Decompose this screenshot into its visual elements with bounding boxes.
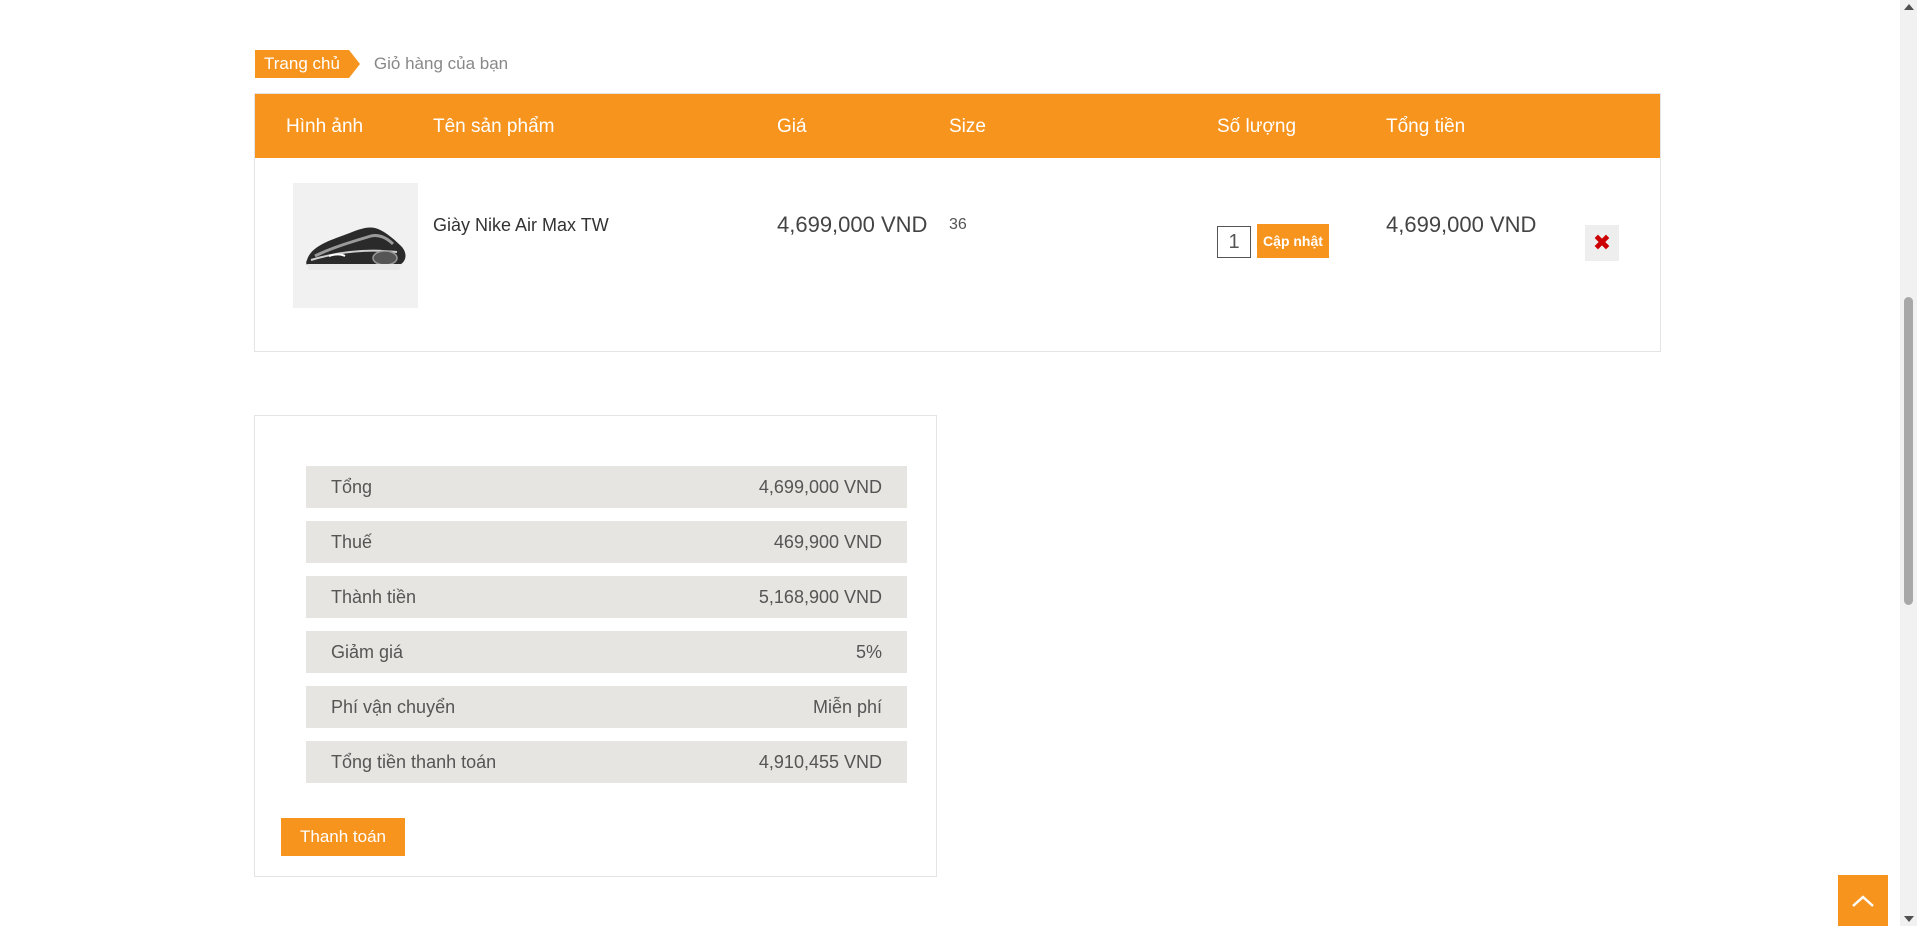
product-name[interactable]: Giày Nike Air Max TW xyxy=(433,215,609,236)
close-icon: ✖ xyxy=(1592,230,1612,255)
scroll-to-top-button[interactable] xyxy=(1838,875,1888,926)
summary-label: Giảm giá xyxy=(331,642,404,662)
summary-row-amount: Thành tiền 5,168,900 VND xyxy=(306,576,907,618)
summary-row-tax: Thuế 469,900 VND xyxy=(306,521,907,563)
summary-label: Tổng tiền thanh toán xyxy=(331,752,497,772)
remove-item-button[interactable]: ✖ xyxy=(1585,225,1619,261)
product-total: 4,699,000 VND xyxy=(1386,212,1537,237)
cart-table-header: Hình ảnh Tên sản phẩm Giá Size Số lượng … xyxy=(255,94,1660,158)
header-size: Size xyxy=(949,116,986,137)
summary-label: Thuế xyxy=(331,532,373,552)
summary-row-subtotal: Tổng 4,699,000 VND xyxy=(306,466,907,508)
header-image: Hình ảnh xyxy=(286,116,364,137)
product-price: 4,699,000 VND xyxy=(777,212,928,237)
summary-value: Miễn phí xyxy=(812,697,882,717)
header-total: Tổng tiền xyxy=(1386,116,1466,137)
header-price: Giá xyxy=(777,116,807,137)
header-quantity: Số lượng xyxy=(1217,116,1297,137)
product-image[interactable] xyxy=(293,183,418,308)
summary-row-discount: Giảm giá 5% xyxy=(306,631,907,673)
breadcrumb-current: Giỏ hàng của bạn xyxy=(373,54,509,73)
scrollbar-thumb[interactable] xyxy=(1904,297,1913,605)
header-name: Tên sản phẩm xyxy=(433,116,555,137)
summary-label: Phí vận chuyển xyxy=(331,697,456,717)
summary-value: 5,168,900 VND xyxy=(758,587,882,607)
summary-row-grand-total: Tổng tiền thanh toán 4,910,455 VND xyxy=(306,741,907,783)
chevron-up-icon xyxy=(1852,894,1874,907)
summary-row-shipping: Phí vận chuyển Miễn phí xyxy=(306,686,907,728)
table-row: Giày Nike Air Max TW 4,699,000 VND 36 Cậ… xyxy=(255,158,1660,351)
scroll-down-arrow-icon[interactable] xyxy=(1904,916,1914,922)
shoe-image xyxy=(305,226,405,270)
update-button[interactable]: Cập nhật xyxy=(1257,224,1329,258)
breadcrumb: Trang chủ Giỏ hàng của bạn xyxy=(255,50,508,78)
checkout-button[interactable]: Thanh toán xyxy=(281,818,405,856)
summary-value: 4,910,455 VND xyxy=(758,752,882,772)
summary-value: 469,900 VND xyxy=(773,532,882,552)
breadcrumb-home-link[interactable]: Trang chủ xyxy=(255,50,360,78)
summary-label: Thành tiền xyxy=(331,587,417,607)
page-scrollbar[interactable] xyxy=(1900,0,1917,926)
summary-value: 4,699,000 VND xyxy=(758,477,882,497)
summary-label: Tổng xyxy=(331,477,373,497)
cart-table: Hình ảnh Tên sản phẩm Giá Size Số lượng … xyxy=(254,93,1661,352)
summary-value: 5% xyxy=(855,642,882,662)
product-size: 36 xyxy=(949,216,967,233)
scroll-up-arrow-icon[interactable] xyxy=(1904,4,1914,10)
order-summary: Tổng 4,699,000 VND Thuế 469,900 VND Thàn… xyxy=(254,415,937,877)
quantity-input[interactable] xyxy=(1217,226,1251,258)
